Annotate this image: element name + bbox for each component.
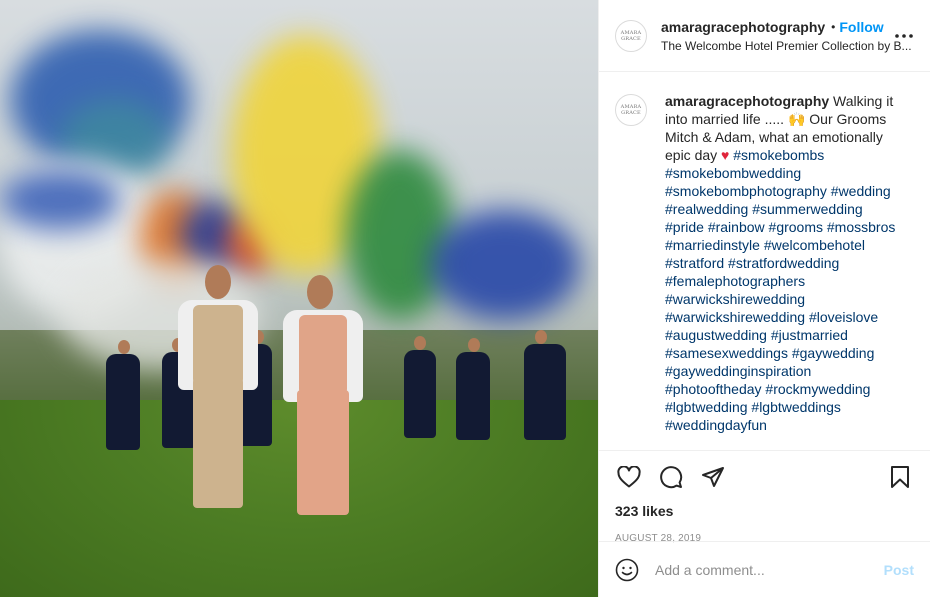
comment-bar: Add a comment... Post (599, 541, 930, 597)
groom-left-waistcoat (193, 305, 243, 385)
post-comment-button[interactable]: Post (884, 562, 914, 578)
groom-left-trousers (193, 378, 243, 508)
hashtag-link[interactable]: #realwedding (665, 201, 748, 217)
smoke-blue-right (430, 210, 580, 320)
more-options-icon[interactable] (892, 33, 916, 39)
hashtag-link[interactable]: #lgbtweddings (751, 399, 841, 415)
paper-plane-icon[interactable] (699, 463, 727, 491)
action-icons-row (615, 463, 914, 491)
hashtag-link[interactable]: #welcombehotel (764, 237, 865, 253)
hashtag-link[interactable]: #justmarried (771, 327, 848, 343)
hashtag-link[interactable]: #rockmywedding (765, 381, 870, 397)
hashtag-link[interactable]: #photooftheday (665, 381, 762, 397)
groom-right-trousers (297, 390, 349, 515)
comment-bubble-icon[interactable] (657, 463, 685, 491)
smoke-blue-lower-left (0, 170, 120, 230)
bookmark-icon[interactable] (886, 463, 914, 491)
red-heart-emoji-icon: ♥ (721, 147, 730, 163)
hashtag-link[interactable]: #wedding (831, 183, 891, 199)
hashtag-link[interactable]: #rainbow (708, 219, 765, 235)
hashtag-link[interactable]: #smokebombwedding (665, 165, 801, 181)
groom-left-head (205, 265, 231, 299)
hashtag-link[interactable]: #loveislove (809, 309, 878, 325)
bridesmaid-dress (524, 344, 566, 440)
hashtag-link[interactable]: #mossbros (827, 219, 895, 235)
hashtag-link[interactable]: #stratfordwedding (728, 255, 839, 271)
likes-count[interactable]: 323 likes (615, 503, 914, 519)
post-header: AMARA GRACE amaragracephotography • Foll… (599, 0, 930, 72)
header-row: amaragracephotography • Follow (661, 19, 892, 35)
bridesmaid-head (468, 338, 480, 352)
hashtag-link[interactable]: #weddingdayfun (665, 417, 767, 433)
heart-outline-icon[interactable] (615, 463, 643, 491)
hashtag-link[interactable]: #femalephotographers (665, 273, 805, 289)
header-meta: amaragracephotography • Follow The Welco… (661, 19, 912, 53)
hashtag-link[interactable]: #summerwedding (752, 201, 863, 217)
location-link[interactable]: The Welcombe Hotel Premier Collection by… (661, 39, 913, 53)
hashtag-link[interactable]: #augustwedding (665, 327, 767, 343)
instagram-post: AMARA GRACE amaragracephotography • Foll… (0, 0, 930, 597)
hashtag-link[interactable]: #samesexweddings (665, 345, 788, 361)
bridesmaid-dress (456, 352, 490, 440)
hashtag-list: #smokebombs #smokebombwedding #smokebomb… (665, 147, 895, 433)
hashtag-link[interactable]: #grooms (769, 219, 823, 235)
caption-avatar[interactable]: AMARA GRACE (615, 94, 647, 126)
hashtag-link[interactable]: #warwickshirewedding (665, 291, 805, 307)
praise-emoji-icon: 🙌 (787, 111, 806, 127)
post-side-panel: AMARA GRACE amaragracephotography • Foll… (598, 0, 930, 597)
hashtag-link[interactable]: #gaywedding (792, 345, 875, 361)
bridesmaid-head (118, 340, 130, 354)
bridesmaid-head (535, 330, 547, 344)
bridesmaid-head (414, 336, 426, 350)
follow-button[interactable]: Follow (839, 19, 883, 35)
caption-text: amaragracephotography Walking it into ma… (665, 92, 905, 450)
groom-right-head (307, 275, 333, 309)
hashtag-link[interactable]: #pride (665, 219, 704, 235)
smoke-green (345, 150, 455, 320)
avatar-logo: AMARA GRACE (620, 29, 642, 42)
username-link[interactable]: amaragracephotography (661, 19, 825, 35)
post-photo[interactable] (0, 0, 598, 597)
hashtag-link[interactable]: #gayweddinginspiration (665, 363, 811, 379)
hashtag-link[interactable]: #lgbtwedding (665, 399, 748, 415)
hashtag-link[interactable]: #warwickshirewedding (665, 309, 805, 325)
separator-dot: • (831, 19, 836, 34)
caption-username[interactable]: amaragracephotography (665, 93, 829, 109)
bridesmaid-dress (404, 350, 436, 438)
bridesmaid-dress (106, 354, 140, 450)
smiley-icon[interactable] (615, 558, 639, 582)
hashtag-link[interactable]: #stratford (665, 255, 724, 271)
comment-input[interactable]: Add a comment... (655, 562, 884, 578)
caption-area: AMARA GRACE amaragracephotography Walkin… (599, 72, 930, 450)
groom-right-waistcoat (299, 315, 347, 395)
hashtag-link[interactable]: #smokebombs (733, 147, 824, 163)
avatar[interactable]: AMARA GRACE (615, 19, 647, 52)
hashtag-link[interactable]: #smokebombphotography (665, 183, 827, 199)
hashtag-link[interactable]: #marriedinstyle (665, 237, 760, 253)
avatar-logo: AMARA GRACE (620, 104, 642, 116)
